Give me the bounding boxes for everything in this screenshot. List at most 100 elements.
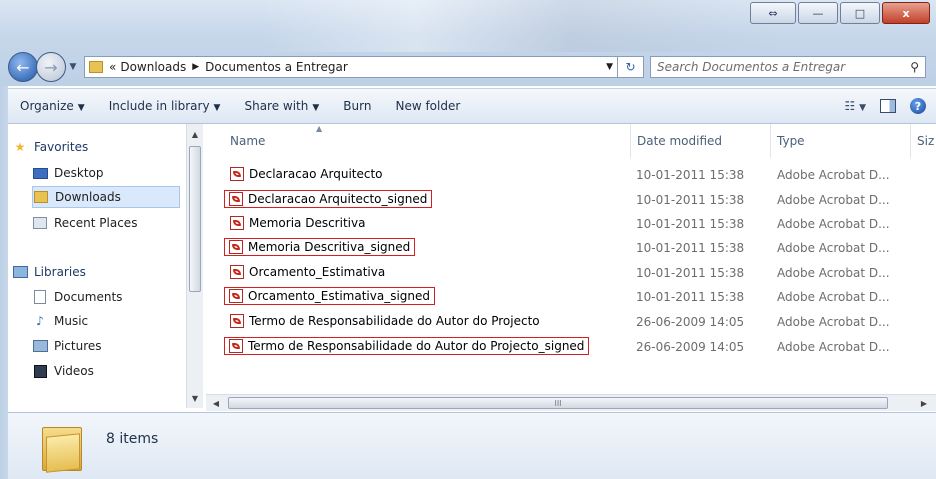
scroll-left-icon[interactable]: ◀ [208, 395, 224, 411]
nav-vertical-scrollbar[interactable]: ▲ ▼ [186, 124, 203, 408]
recent-pages-dropdown[interactable]: ▼ [66, 62, 80, 72]
forward-button[interactable]: → [36, 52, 66, 82]
refresh-button[interactable]: ↻ [618, 56, 644, 78]
item-count: 8 items [106, 431, 159, 447]
pdf-file-icon [229, 339, 243, 353]
file-row[interactable]: Orcamento_Estimativa_signed 10-01-2011 1… [206, 284, 936, 306]
file-name-cell-highlighted[interactable]: Orcamento_Estimativa_signed [224, 287, 436, 305]
file-list: Name ▲ Date modified Type Siz Declaracao… [206, 124, 936, 394]
file-row[interactable]: Declaracao Arquitecto 10-01-2011 15:38 A… [206, 162, 936, 184]
new-folder-button[interactable]: New folder [383, 99, 472, 113]
file-row[interactable]: Memoria Descritiva_signed 10-01-2011 15:… [206, 235, 936, 257]
pdf-file-icon [229, 289, 243, 303]
breadcrumb-downloads[interactable]: Downloads [120, 60, 186, 74]
file-name-cell[interactable]: Memoria Descritiva [226, 214, 369, 232]
back-button[interactable]: ← [8, 52, 38, 82]
nav-libraries[interactable]: Libraries [12, 261, 86, 283]
nav-item-music[interactable]: ♪ Music [32, 310, 88, 332]
window-controls: ⇔ — □ x [750, 2, 930, 24]
nav-item-pictures[interactable]: Pictures [32, 335, 102, 357]
help-icon[interactable]: ? [910, 98, 926, 114]
minimize-button[interactable]: — [798, 2, 838, 24]
nav-item-desktop[interactable]: Desktop [32, 162, 104, 184]
nav-item-label: Music [54, 314, 89, 328]
breadcrumb-current-folder[interactable]: Documentos a Entregar [205, 60, 348, 74]
burn-button[interactable]: Burn [331, 99, 383, 113]
breadcrumb-separator-icon[interactable]: ▶ [192, 62, 199, 72]
column-header-size[interactable]: Siz [917, 134, 934, 148]
column-header-date-modified[interactable]: Date modified [637, 134, 722, 148]
close-button[interactable]: x [882, 2, 930, 24]
nav-item-label: Downloads [55, 190, 121, 204]
file-name-cell[interactable]: Declaracao Arquitecto [226, 165, 387, 183]
include-in-library-label: Include in library [108, 99, 210, 113]
file-name: Termo de Responsabilidade do Autor do Pr… [248, 339, 585, 353]
file-name: Orcamento_Estimativa [249, 265, 386, 279]
details-pane: 8 items [8, 412, 936, 479]
file-name: Termo de Responsabilidade do Autor do Pr… [249, 314, 540, 328]
preview-pane-icon[interactable] [880, 99, 896, 113]
file-date: 10-01-2011 15:38 [636, 168, 745, 182]
file-name-cell[interactable]: Termo de Responsabilidade do Autor do Pr… [226, 312, 544, 330]
nav-item-downloads[interactable]: Downloads [32, 186, 180, 208]
search-input[interactable]: Search Documentos a Entregar ⚲ [650, 56, 926, 78]
file-row[interactable]: Memoria Descritiva 10-01-2011 15:38 Adob… [206, 211, 936, 233]
scroll-thumb[interactable] [189, 146, 201, 292]
organize-label: Organize [20, 99, 74, 113]
file-type: Adobe Acrobat D... [777, 193, 890, 207]
address-bar[interactable]: « Downloads ▶ Documentos a Entregar ▼ [84, 56, 618, 78]
include-in-library-button[interactable]: Include in library ▼ [97, 99, 233, 113]
address-dropdown-icon[interactable]: ▼ [606, 62, 613, 72]
chevron-down-icon: ▼ [859, 103, 866, 113]
nav-libraries-label: Libraries [34, 265, 86, 279]
scroll-thumb[interactable]: III [228, 397, 888, 409]
share-with-label: Share with [244, 99, 309, 113]
column-header-name[interactable]: Name [230, 134, 265, 148]
column-headers: Name ▲ Date modified Type Siz [206, 124, 936, 158]
file-row[interactable]: Orcamento_Estimativa 10-01-2011 15:38 Ad… [206, 260, 936, 282]
breadcrumb-overflow[interactable]: « [109, 60, 116, 74]
scroll-right-icon[interactable]: ▶ [916, 395, 932, 411]
file-type: Adobe Acrobat D... [777, 340, 890, 354]
file-name-cell-highlighted[interactable]: Declaracao Arquitecto_signed [224, 190, 433, 208]
file-name-cell-highlighted[interactable]: Memoria Descritiva_signed [224, 238, 416, 256]
file-type: Adobe Acrobat D... [777, 266, 890, 280]
pdf-file-icon [229, 240, 243, 254]
file-type: Adobe Acrobat D... [777, 217, 890, 231]
command-bar: Organize ▼ Include in library ▼ Share with… [8, 88, 936, 124]
column-divider[interactable] [770, 124, 771, 158]
column-divider[interactable] [630, 124, 631, 158]
pdf-file-icon [230, 265, 244, 279]
horizontal-scrollbar[interactable]: ◀ III ▶ [206, 394, 936, 411]
file-name-cell[interactable]: Orcamento_Estimativa [226, 263, 389, 281]
explorer-window: ⇔ — □ x ← → ▼ « Downloads ▶ Documentos a… [0, 0, 936, 479]
search-icon[interactable]: ⚲ [910, 60, 919, 74]
nav-item-recent-places[interactable]: Recent Places [32, 212, 137, 234]
scroll-down-icon[interactable]: ▼ [187, 390, 203, 406]
change-view-button[interactable]: ☷ ▼ [844, 99, 866, 113]
organize-button[interactable]: Organize ▼ [8, 99, 97, 113]
pdf-file-icon [230, 216, 244, 230]
maximize-button[interactable]: □ [840, 2, 880, 24]
nav-item-documents[interactable]: Documents [32, 286, 122, 308]
file-row[interactable]: Termo de Responsabilidade do Autor do Pr… [206, 334, 936, 356]
file-row[interactable]: Declaracao Arquitecto_signed 10-01-2011 … [206, 187, 936, 209]
chevron-down-icon: ▼ [77, 103, 85, 113]
file-date: 26-06-2009 14:05 [636, 315, 745, 329]
share-with-button[interactable]: Share with ▼ [232, 99, 331, 113]
file-row[interactable]: Termo de Responsabilidade do Autor do Pr… [206, 309, 936, 331]
file-name-cell-highlighted[interactable]: Termo de Responsabilidade do Autor do Pr… [224, 337, 590, 355]
nav-favorites[interactable]: ★ Favorites [12, 136, 89, 158]
file-date: 10-01-2011 15:38 [636, 217, 745, 231]
column-divider[interactable] [910, 124, 911, 158]
nav-favorites-label: Favorites [34, 140, 89, 154]
resize-button[interactable]: ⇔ [750, 2, 796, 24]
refresh-icon: ↻ [625, 60, 636, 74]
nav-item-videos[interactable]: Videos [32, 360, 94, 382]
scroll-up-icon[interactable]: ▲ [187, 126, 203, 142]
back-arrow-icon: ← [16, 57, 30, 77]
column-header-type[interactable]: Type [777, 134, 805, 148]
nav-item-label: Documents [54, 290, 123, 304]
folder-icon [89, 61, 103, 73]
pictures-icon [32, 340, 48, 352]
